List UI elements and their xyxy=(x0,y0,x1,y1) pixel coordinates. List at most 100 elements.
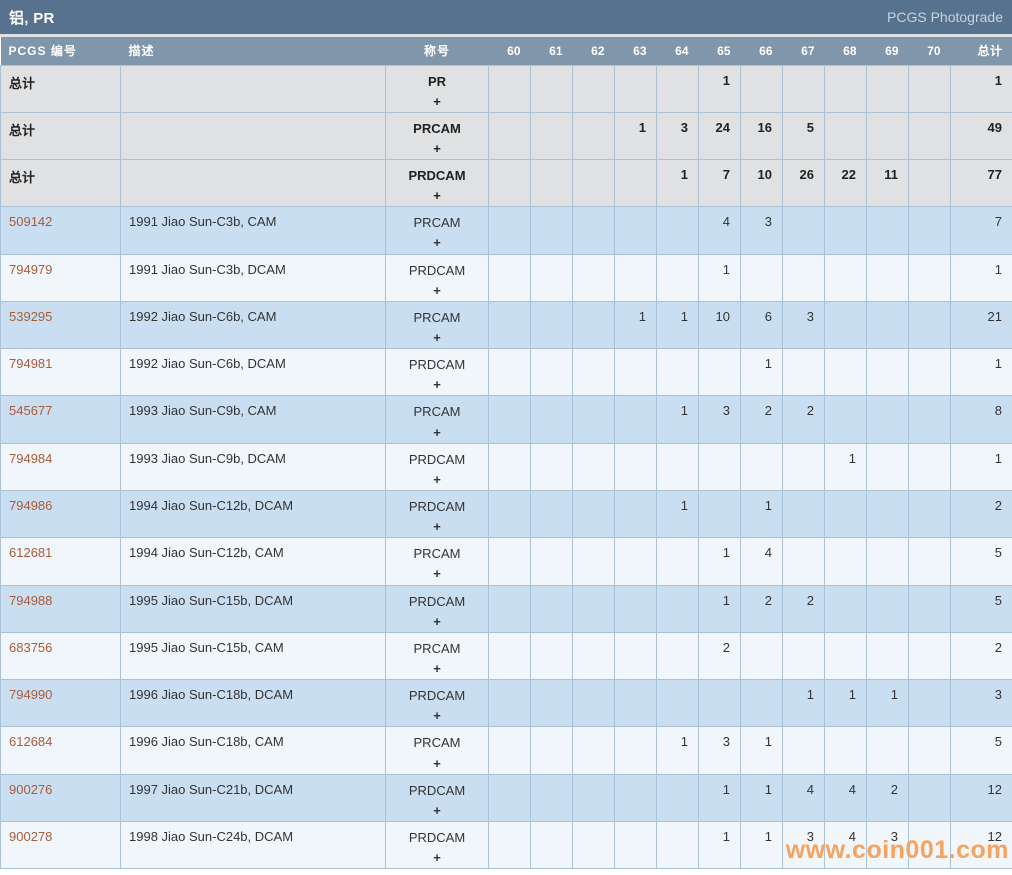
pcgs-number-link[interactable]: 612684 xyxy=(9,734,52,749)
grade-cell-67 xyxy=(782,442,825,492)
grade-cell-66: 2 xyxy=(740,584,783,633)
pcgs-number-link[interactable]: 900278 xyxy=(9,829,52,844)
grade-cell-67: 26 xyxy=(782,159,825,208)
total-label: 总计 xyxy=(9,75,36,91)
column-header-grade-65: 65 xyxy=(698,37,741,65)
grade-cell-63 xyxy=(614,253,657,302)
grade-cell-62 xyxy=(572,300,615,350)
designation-plus-link[interactable]: + xyxy=(394,186,480,206)
column-header-grade-60: 60 xyxy=(488,37,531,65)
designation-plus-link[interactable]: + xyxy=(394,801,480,821)
grade-cell-70 xyxy=(908,631,951,681)
pcgs-number-link[interactable]: 612681 xyxy=(9,545,52,560)
designation-plus-link[interactable]: + xyxy=(394,375,480,395)
pcgs-number-link[interactable]: 794988 xyxy=(9,593,52,608)
grade-cell-63 xyxy=(614,726,657,775)
grade-cell-64: 1 xyxy=(656,300,699,350)
pcgs-number-link[interactable]: 794986 xyxy=(9,498,52,513)
pcgs-number-link[interactable]: 794979 xyxy=(9,262,52,277)
grade-cell-68 xyxy=(824,584,867,633)
photograde-link[interactable]: PCGS Photograde xyxy=(887,9,1003,25)
grade-cell-64 xyxy=(656,584,699,633)
grade-cell-64 xyxy=(656,64,699,113)
grade-cell-65: 3 xyxy=(698,726,741,775)
designation-plus-link[interactable]: + xyxy=(394,848,480,868)
description-cell: 1991 Jiao Sun-C3b, CAM xyxy=(120,206,386,255)
designation-label: PRDCAM xyxy=(408,357,466,373)
grade-cell-63 xyxy=(614,206,657,255)
grade-cell-65: 7 xyxy=(698,159,741,208)
grade-cell-65: 1 xyxy=(698,773,741,823)
table-row: 794981 1992 Jiao Sun-C6b, DCAM PRDCAM +1 1 xyxy=(0,348,1012,397)
pcgs-number-cell: 539295 xyxy=(0,300,121,350)
pcgs-number-cell: 794979 xyxy=(0,253,121,302)
designation-plus-link[interactable]: + xyxy=(394,233,480,253)
grade-cell-66 xyxy=(740,253,783,302)
grade-cell-65: 4 xyxy=(698,206,741,255)
designation-plus-link[interactable]: + xyxy=(394,564,480,584)
grade-cell-69 xyxy=(866,490,909,539)
designation-plus-link[interactable]: + xyxy=(394,659,480,679)
designation-label: PRDCAM xyxy=(408,593,466,609)
grade-cell-60 xyxy=(488,64,531,113)
designation-plus-link[interactable]: + xyxy=(394,612,480,632)
grade-cell-63 xyxy=(614,490,657,539)
grade-cell-62 xyxy=(572,631,615,681)
pcgs-number-cell: 900276 xyxy=(0,773,121,823)
pcgs-number-link[interactable]: 900276 xyxy=(9,782,52,797)
designation-plus-link[interactable]: + xyxy=(394,470,480,490)
designation-cell: PRDCAM + xyxy=(385,679,489,728)
grade-cell-61 xyxy=(530,253,573,302)
grade-cell-61 xyxy=(530,395,573,444)
description-cell: 1993 Jiao Sun-C9b, CAM xyxy=(120,395,386,444)
designation-plus-link[interactable]: + xyxy=(394,281,480,301)
grade-cell-67: 3 xyxy=(782,820,825,870)
description-cell: 1992 Jiao Sun-C6b, DCAM xyxy=(120,348,386,397)
grade-cell-67 xyxy=(782,348,825,397)
table-row: 612684 1996 Jiao Sun-C18b, CAM PRCAM +1 3 1 5 xyxy=(0,726,1012,775)
grade-cell-60 xyxy=(488,490,531,539)
grade-cell-65 xyxy=(698,490,741,539)
designation-plus-link[interactable]: + xyxy=(394,328,480,348)
pcgs-number-link[interactable]: 794981 xyxy=(9,356,52,371)
pcgs-number-link[interactable]: 794990 xyxy=(9,687,52,702)
designation-plus-link[interactable]: + xyxy=(394,754,480,774)
grade-cell-70 xyxy=(908,159,951,208)
grade-cell-61 xyxy=(530,300,573,350)
grade-cell-60 xyxy=(488,631,531,681)
description-cell: 1998 Jiao Sun-C24b, DCAM xyxy=(120,820,386,870)
column-header-grade-69: 69 xyxy=(866,37,909,65)
grade-cell-61 xyxy=(530,631,573,681)
designation-cell: PRDCAM + xyxy=(385,820,489,870)
pcgs-number-link[interactable]: 509142 xyxy=(9,214,52,229)
grade-cell-61 xyxy=(530,490,573,539)
designation-plus-link[interactable]: + xyxy=(394,423,480,443)
grade-cell-63: 1 xyxy=(614,111,657,161)
column-header-total: 总计 xyxy=(950,37,1012,65)
grade-cell-66: 1 xyxy=(740,726,783,775)
grade-cell-67: 2 xyxy=(782,395,825,444)
grade-cell-64: 3 xyxy=(656,111,699,161)
pcgs-number-link[interactable]: 539295 xyxy=(9,309,52,324)
grade-cell-68 xyxy=(824,64,867,113)
total-cell: 2 xyxy=(950,490,1012,539)
designation-plus-link[interactable]: + xyxy=(394,92,480,112)
pcgs-number-link[interactable]: 794984 xyxy=(9,451,52,466)
designation-cell: PRDCAM + xyxy=(385,490,489,539)
grade-cell-60 xyxy=(488,253,531,302)
grade-cell-60 xyxy=(488,300,531,350)
grade-cell-69 xyxy=(866,395,909,444)
pcgs-number-link[interactable]: 683756 xyxy=(9,640,52,655)
grade-cell-62 xyxy=(572,584,615,633)
designation-plus-link[interactable]: + xyxy=(394,517,480,537)
designation-cell: PRDCAM + xyxy=(385,584,489,633)
grade-cell-66: 4 xyxy=(740,537,783,586)
designation-cell: PRCAM + xyxy=(385,726,489,775)
grade-cell-70 xyxy=(908,490,951,539)
grade-cell-64 xyxy=(656,348,699,397)
designation-plus-link[interactable]: + xyxy=(394,706,480,726)
designation-plus-link[interactable]: + xyxy=(394,139,480,159)
total-cell: 12 xyxy=(950,820,1012,870)
grade-cell-66: 1 xyxy=(740,773,783,823)
pcgs-number-link[interactable]: 545677 xyxy=(9,403,52,418)
